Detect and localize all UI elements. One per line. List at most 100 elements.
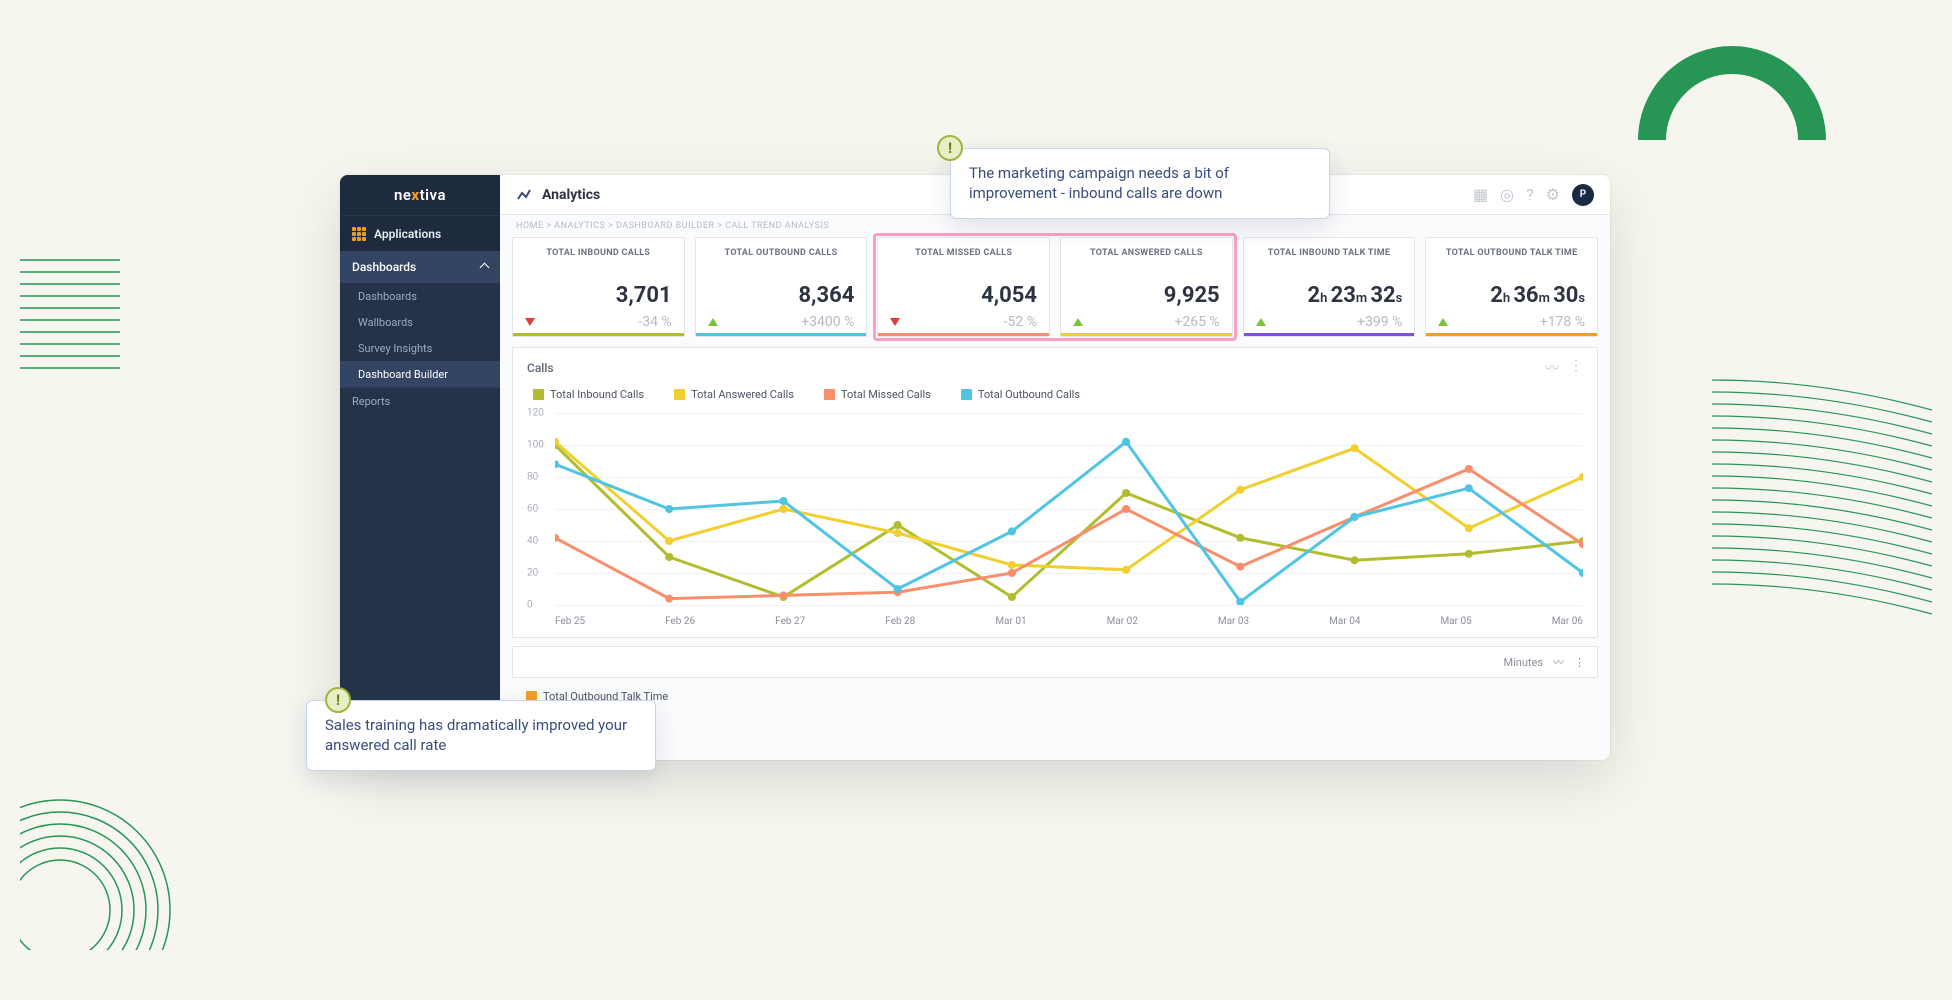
data-point[interactable] [1236, 563, 1244, 571]
data-point[interactable] [894, 585, 902, 593]
kpi-value: 4,054 [890, 283, 1037, 308]
dashboard-window: nextiva Applications Dashboards Dashboar… [340, 175, 1610, 760]
brand-logo: nextiva [340, 175, 500, 215]
data-point[interactable] [894, 521, 902, 529]
data-point[interactable] [1008, 593, 1016, 601]
x-axis-tick: Mar 05 [1440, 616, 1471, 627]
user-avatar[interactable]: P [1572, 184, 1594, 206]
x-axis-tick: Feb 28 [885, 616, 915, 627]
series-line [555, 445, 1583, 597]
alert-icon: ! [325, 687, 351, 713]
data-point[interactable] [779, 505, 787, 513]
chart-type-icon[interactable]: 〰 [1553, 654, 1564, 670]
sidebar-item-dashboard-builder[interactable]: Dashboard Builder [340, 361, 500, 387]
legend-item[interactable]: Total Outbound Calls [961, 388, 1080, 401]
sidebar-applications[interactable]: Applications [340, 215, 500, 251]
data-point[interactable] [1465, 550, 1473, 558]
y-axis-tick: 20 [527, 568, 538, 579]
sidebar-section-dashboards[interactable]: Dashboards [340, 251, 500, 283]
sidebar-item-survey-insights[interactable]: Survey Insights [340, 335, 500, 361]
legend-swatch [824, 389, 835, 400]
data-point[interactable] [1350, 444, 1358, 452]
callout-text: The marketing campaign needs a bit of im… [969, 164, 1229, 202]
kpi-card[interactable]: TOTAL ANSWERED CALLS9,925+265 % [1060, 237, 1233, 337]
legend-label: Total Missed Calls [841, 388, 931, 401]
y-axis-tick: 60 [527, 504, 538, 515]
chart-type-icon[interactable]: 〰 [1545, 358, 1559, 378]
x-axis-tick: Mar 06 [1552, 616, 1583, 627]
kpi-value: 8,364 [708, 283, 855, 308]
legend-label: Total Inbound Calls [550, 388, 644, 401]
sidebar-item-wallboards[interactable]: Wallboards [340, 309, 500, 335]
calendar-icon[interactable]: ▦ [1473, 185, 1488, 204]
decor-arc [1632, 20, 1852, 170]
chevron-up-icon [480, 262, 490, 272]
data-point[interactable] [665, 553, 673, 561]
x-axis-tick: Mar 02 [1107, 616, 1138, 627]
decor-left-lines [20, 250, 140, 430]
kpi-delta-row: +399 % [1256, 314, 1403, 330]
data-point[interactable] [1236, 534, 1244, 542]
view-icon[interactable]: ◎ [1500, 185, 1514, 204]
data-point[interactable] [1008, 569, 1016, 577]
kpi-card[interactable]: TOTAL OUTBOUND CALLS8,364+3400 % [695, 237, 868, 337]
data-point[interactable] [1350, 556, 1358, 564]
data-point[interactable] [1122, 566, 1130, 574]
decor-right-lines [1712, 370, 1932, 670]
data-point[interactable] [1122, 438, 1130, 446]
kpi-card[interactable]: TOTAL INBOUND TALK TIME2h 23m 32s+399 % [1243, 237, 1416, 337]
data-point[interactable] [1122, 505, 1130, 513]
data-point[interactable] [1122, 489, 1130, 497]
y-axis-tick: 120 [527, 408, 544, 419]
kpi-card[interactable]: TOTAL OUTBOUND TALK TIME2h 36m 30s+178 % [1425, 237, 1598, 337]
callout-marketing: ! The marketing campaign needs a bit of … [950, 148, 1330, 219]
kpi-title: TOTAL INBOUND CALLS [525, 248, 672, 270]
data-point[interactable] [779, 591, 787, 599]
chart-menu-icon[interactable]: ⋮ [1574, 656, 1585, 669]
kpi-accent-bar [696, 333, 867, 336]
help-icon[interactable]: ? [1526, 185, 1534, 204]
page-title: Analytics [542, 187, 600, 203]
data-point[interactable] [1465, 465, 1473, 473]
sidebar-section-label: Dashboards [352, 260, 416, 274]
kpi-card[interactable]: TOTAL INBOUND CALLS 3,701 -34 % [512, 237, 685, 337]
trend-up-icon [1073, 318, 1083, 326]
legend-swatch [533, 389, 544, 400]
decor-circles [20, 750, 220, 950]
kpi-value: 3,701 [525, 283, 672, 308]
legend-item[interactable]: Total Missed Calls [824, 388, 931, 401]
kpi-card[interactable]: TOTAL MISSED CALLS4,054-52 % [877, 237, 1050, 337]
x-axis-tick: Feb 26 [665, 616, 695, 627]
data-point[interactable] [1465, 524, 1473, 532]
data-point[interactable] [665, 537, 673, 545]
data-point[interactable] [665, 595, 673, 603]
data-point[interactable] [894, 529, 902, 537]
data-point[interactable] [1236, 486, 1244, 494]
chart-area: 020406080100120Feb 25Feb 26Feb 27Feb 28M… [527, 413, 1583, 623]
data-point[interactable] [1350, 513, 1358, 521]
data-point[interactable] [1465, 484, 1473, 492]
kpi-accent-bar [878, 333, 1049, 336]
trend-up-icon [1438, 318, 1448, 326]
sidebar-item-dashboards[interactable]: Dashboards [340, 283, 500, 309]
data-point[interactable] [665, 505, 673, 513]
chart-menu-icon[interactable]: ⋮ [1569, 358, 1583, 378]
sidebar-item-reports[interactable]: Reports [340, 387, 500, 415]
kpi-delta: -34 % [638, 314, 671, 330]
legend-swatch [961, 389, 972, 400]
kpi-delta: +399 % [1357, 314, 1402, 330]
data-point[interactable] [1008, 527, 1016, 535]
legend-item[interactable]: Total Inbound Calls [533, 388, 644, 401]
data-point[interactable] [1008, 561, 1016, 569]
y-axis-tick: 0 [527, 600, 533, 611]
y-axis-tick: 80 [527, 472, 538, 483]
data-point[interactable] [779, 497, 787, 505]
kpi-delta-row: -52 % [890, 314, 1037, 330]
kpi-value: 2h 23m 32s [1256, 283, 1403, 308]
settings-icon[interactable]: ⚙ [1546, 185, 1560, 204]
kpi-accent-bar [513, 333, 684, 336]
kpi-title: TOTAL ANSWERED CALLS [1073, 248, 1220, 270]
chart-legend: Total Inbound Calls Total Answered Calls T… [527, 378, 1583, 409]
legend-item[interactable]: Total Answered Calls [674, 388, 794, 401]
kpi-title: TOTAL OUTBOUND CALLS [708, 248, 855, 270]
